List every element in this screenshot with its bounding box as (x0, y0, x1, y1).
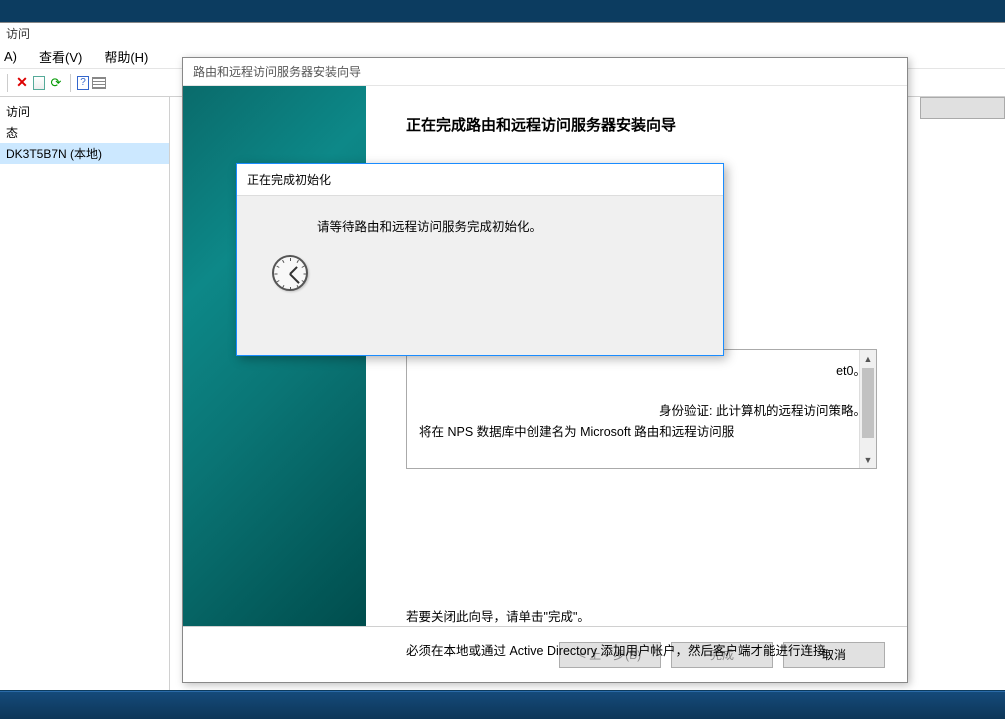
initializing-dialog: 正在完成初始化 请等待路由和远程访问服务完成初始化。 (236, 163, 724, 356)
toolbar-divider (70, 74, 71, 92)
tree-item-server[interactable]: DK3T5B7N (本地) (0, 143, 169, 164)
list-icon[interactable] (92, 77, 106, 89)
init-dialog-title: 正在完成初始化 (237, 164, 723, 196)
scroll-thumb[interactable] (862, 368, 874, 438)
tree-pane: 访问 态 DK3T5B7N (本地) (0, 97, 170, 690)
toolbar-divider (7, 74, 8, 92)
clock-icon (272, 255, 308, 291)
wizard-instruction-text: 必须在本地或通过 Active Directory 添加用户帐户，然后客户端才能… (406, 641, 877, 662)
actions-pane-header (920, 97, 1005, 119)
mmc-title-bar: 访问 (0, 23, 1005, 45)
help-icon[interactable]: ? (77, 76, 89, 90)
summary-line: 将在 NPS 数据库中创建名为 Microsoft 路由和远程访问服 (419, 421, 866, 440)
menu-item-a[interactable]: A) (0, 47, 21, 66)
tree-item[interactable]: 访问 (0, 101, 169, 122)
taskbar[interactable] (0, 691, 1005, 719)
tree-item[interactable]: 态 (0, 122, 169, 143)
menu-item-view[interactable]: 查看(V) (35, 45, 86, 68)
scrollbar[interactable]: ▲ ▼ (859, 350, 876, 468)
rras-setup-wizard: 路由和远程访问服务器安装向导 正在完成路由和远程访问服务器安装向导 et0。 身… (182, 57, 908, 683)
wizard-close-text: 若要关闭此向导，请单击"完成"。 (406, 606, 590, 625)
refresh-icon[interactable]: ⟳ (48, 75, 64, 91)
init-dialog-body: 请等待路由和远程访问服务完成初始化。 (237, 196, 723, 311)
delete-icon[interactable]: ✕ (14, 75, 30, 91)
wizard-heading: 正在完成路由和远程访问服务器安装向导 (406, 114, 877, 135)
menu-item-help[interactable]: 帮助(H) (100, 45, 152, 68)
wizard-titlebar: 路由和远程访问服务器安装向导 (183, 58, 907, 86)
scroll-up-icon[interactable]: ▲ (860, 350, 876, 367)
summary-line: et0。 (419, 360, 866, 379)
summary-text-fragment: 身份验证: 此计算机的远程访问策略。 (659, 401, 866, 421)
init-message: 请等待路由和远程访问服务完成初始化。 (257, 216, 703, 235)
scroll-down-icon[interactable]: ▼ (860, 451, 876, 468)
summary-list-box: et0。 身份验证: 此计算机的远程访问策略。 将在 NPS 数据库中创建名为 … (406, 349, 877, 469)
properties-icon[interactable] (33, 76, 45, 90)
